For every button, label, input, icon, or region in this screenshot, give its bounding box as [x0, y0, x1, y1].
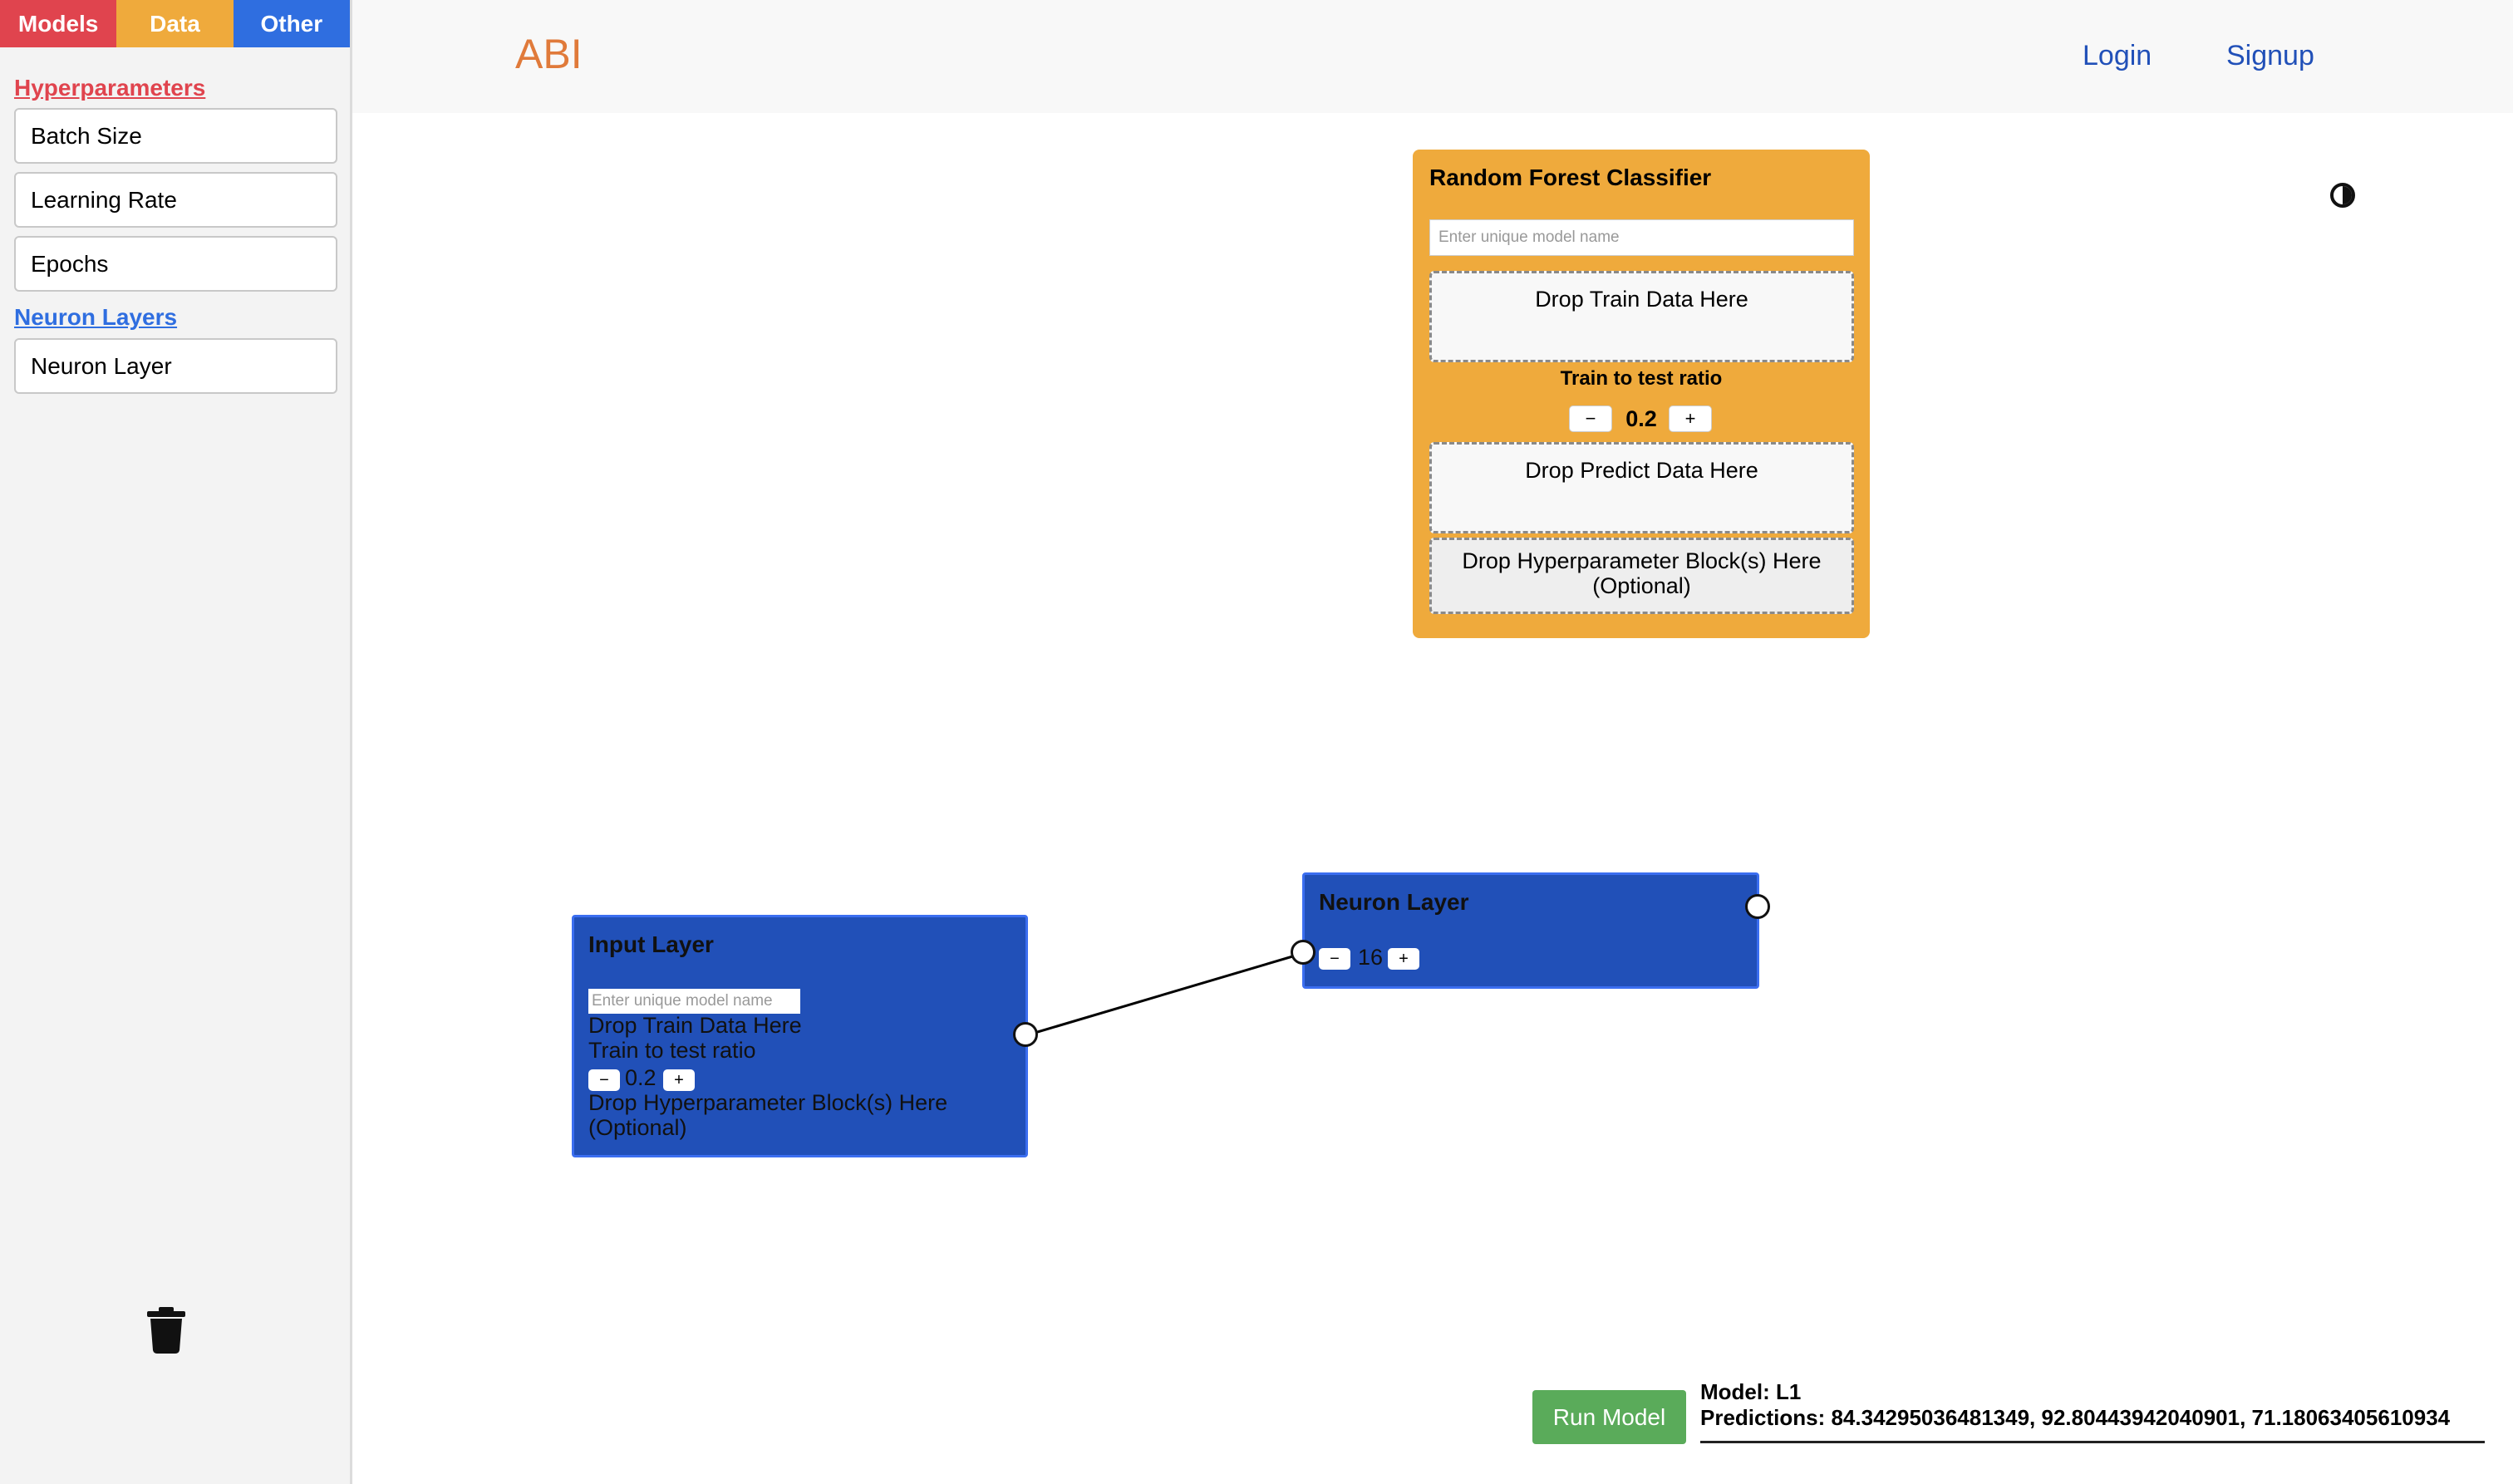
login-link[interactable]: Login [2083, 40, 2152, 72]
connection-edge [1025, 951, 1305, 1037]
neuron-layer-node[interactable]: Neuron Layer − 16 + [1302, 872, 1759, 989]
input-layer-ratio-decrement-button[interactable]: − [588, 1069, 620, 1091]
input-layer-output-port[interactable] [1013, 1022, 1038, 1047]
input-layer-train-drop[interactable]: Drop Train Data Here [588, 1013, 802, 1038]
trash-icon[interactable] [145, 1307, 187, 1354]
rf-hyper-drop-line1: Drop Hyperparameter Block(s) Here [1462, 548, 1822, 573]
sidebar: Models Data Other Hyperparameters Batch … [0, 0, 352, 1484]
brand-logo[interactable]: ABI [515, 30, 583, 78]
tab-data[interactable]: Data [116, 0, 234, 47]
rf-ratio-label: Train to test ratio [1560, 367, 1723, 390]
neuron-layer-title: Neuron Layer [1319, 889, 1469, 915]
random-forest-name-input[interactable]: Enter unique model name [1429, 219, 1854, 256]
top-header: ABI Login Signup [352, 0, 2513, 113]
rf-ratio-increment-button[interactable]: + [1669, 405, 1712, 432]
neuron-layer-input-port[interactable] [1291, 940, 1316, 965]
rf-ratio-decrement-button[interactable]: − [1569, 405, 1612, 432]
input-layer-name-input[interactable]: Enter unique model name [588, 989, 800, 1014]
input-layer-ratio-value: 0.2 [625, 1065, 657, 1090]
rf-train-drop-zone[interactable]: Drop Train Data Here [1429, 271, 1854, 362]
result-predictions-line: Predictions: 84.34295036481349, 92.80443… [1700, 1405, 2451, 1430]
sidebar-tabs: Models Data Other [0, 0, 350, 47]
rf-hyper-drop-line2: (Optional) [1592, 573, 1691, 598]
rf-ratio-value: 0.2 [1625, 406, 1657, 431]
block-batch-size[interactable]: Batch Size [14, 108, 337, 164]
neuron-count-decrement-button[interactable]: − [1319, 948, 1350, 970]
input-layer-title: Input Layer [588, 931, 714, 957]
hyperparameters-section-title[interactable]: Hyperparameters [14, 75, 205, 101]
theme-toggle-icon[interactable] [2330, 183, 2355, 208]
input-layer-hyper-line1: Drop Hyperparameter Block(s) Here [588, 1090, 948, 1115]
neuron-layer-output-port[interactable] [1745, 894, 1770, 919]
neuron-count-increment-button[interactable]: + [1388, 948, 1419, 970]
neuron-layers-section-title[interactable]: Neuron Layers [14, 304, 177, 331]
tab-other[interactable]: Other [233, 0, 350, 47]
rf-predict-drop-zone[interactable]: Drop Predict Data Here [1429, 442, 1854, 533]
tab-models[interactable]: Models [0, 0, 117, 47]
block-learning-rate[interactable]: Learning Rate [14, 172, 337, 228]
rf-hyperparameter-drop-zone[interactable]: Drop Hyperparameter Block(s) Here (Optio… [1429, 538, 1854, 614]
random-forest-title: Random Forest Classifier [1429, 165, 1712, 190]
prediction-result: Model: L1 Predictions: 84.34295036481349… [1700, 1379, 2485, 1443]
input-layer-ratio-label: Train to test ratio [588, 1038, 756, 1063]
block-neuron-layer[interactable]: Neuron Layer [14, 338, 337, 394]
input-layer-node[interactable]: Input Layer Enter unique model name Drop… [572, 915, 1028, 1157]
result-model-line: Model: L1 [1700, 1379, 1802, 1404]
theme-toggle-half [2343, 186, 2352, 204]
app-root: Models Data Other Hyperparameters Batch … [0, 0, 2513, 1484]
signup-link[interactable]: Signup [2226, 40, 2314, 72]
random-forest-card[interactable]: Random Forest Classifier Enter unique mo… [1413, 150, 1870, 638]
input-layer-hyper-drop[interactable]: Drop Hyperparameter Block(s) Here (Optio… [588, 1090, 947, 1140]
run-model-button[interactable]: Run Model [1532, 1390, 1686, 1444]
input-layer-hyper-line2: (Optional) [588, 1115, 687, 1140]
block-epochs[interactable]: Epochs [14, 236, 337, 292]
input-layer-ratio-increment-button[interactable]: + [663, 1069, 695, 1091]
neuron-count-value: 16 [1358, 945, 1384, 970]
